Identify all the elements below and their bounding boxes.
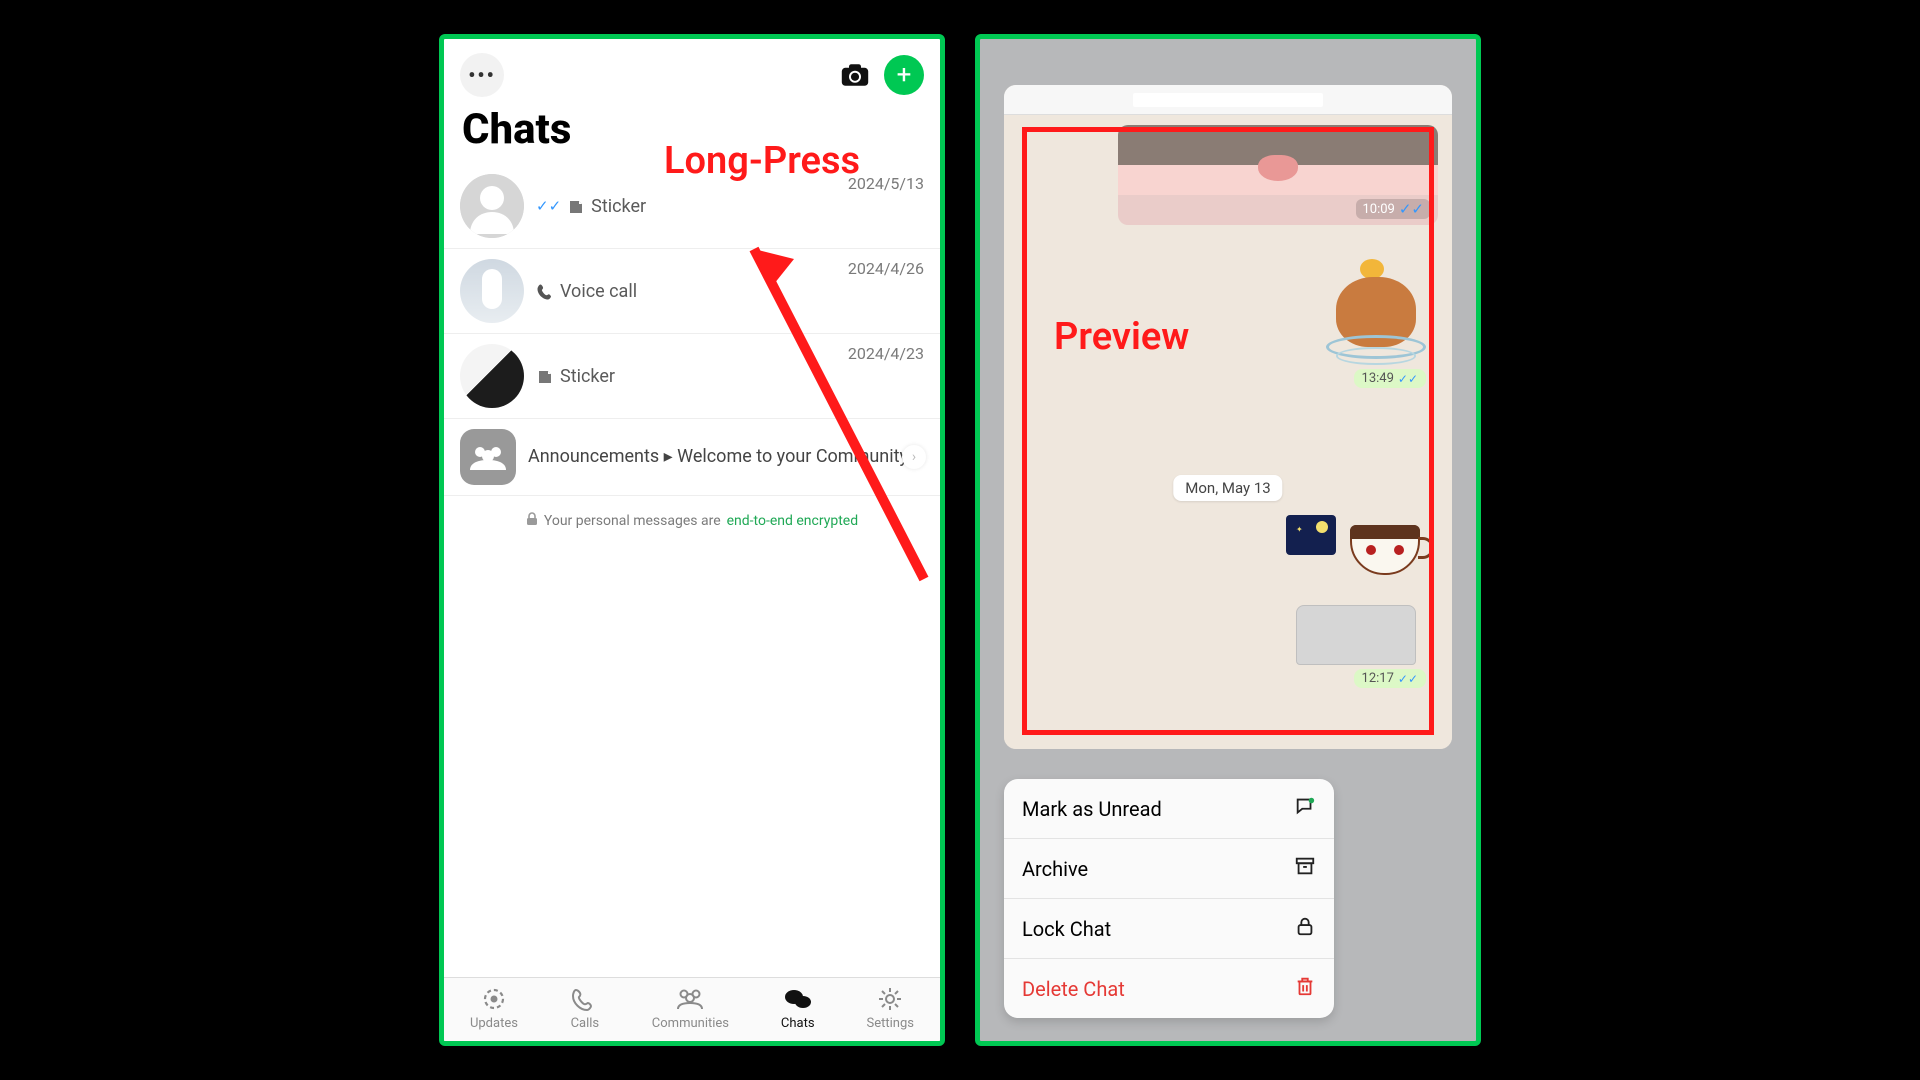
preview-title-placeholder <box>1133 93 1323 107</box>
chat-date: 2024/5/13 <box>848 174 924 193</box>
message-time: 12:17 ✓✓ <box>1354 669 1426 688</box>
sticker-icon <box>567 196 585 217</box>
tab-communities[interactable]: Communities <box>652 986 729 1031</box>
new-chat-button[interactable]: + <box>884 55 924 95</box>
tab-label: Communities <box>652 1016 729 1031</box>
chat-last-msg: Sticker <box>591 196 646 217</box>
chat-summary: Voice call <box>536 281 924 302</box>
menu-archive[interactable]: Archive <box>1004 839 1334 899</box>
community-title: Announcements <box>528 446 659 467</box>
message-sticker[interactable]: 13:49 ✓✓ <box>1326 255 1426 388</box>
tab-label: Updates <box>470 1016 518 1031</box>
read-receipt-icon: ✓✓ <box>1398 372 1418 386</box>
chats-header: ••• + <box>444 39 940 101</box>
chat-last-msg: Sticker <box>560 366 615 387</box>
community-text: Announcements ▸ Welcome to your Communit… <box>528 445 924 469</box>
read-receipt-icon: ✓✓ <box>1398 672 1418 686</box>
chat-unread-icon <box>1294 795 1316 822</box>
tab-bar: Updates Calls Communities Chats Settings <box>444 977 940 1041</box>
menu-label: Mark as Unread <box>1022 797 1162 821</box>
message-time: 13:49 ✓✓ <box>1354 369 1426 388</box>
profile-avatar-icon <box>460 174 524 238</box>
profile-avatar-icon <box>460 259 524 323</box>
menu-lock-chat[interactable]: Lock Chat <box>1004 899 1334 959</box>
message-time: 10:09 ✓✓ <box>1356 199 1430 219</box>
preview-header <box>1004 85 1452 115</box>
menu-mark-unread[interactable]: Mark as Unread <box>1004 779 1334 839</box>
sticker-icon <box>536 366 554 387</box>
phone-icon <box>536 281 554 302</box>
menu-label: Delete Chat <box>1022 977 1125 1001</box>
menu-label: Lock Chat <box>1022 917 1111 941</box>
date-separator: Mon, May 13 <box>1173 475 1282 501</box>
camera-icon[interactable] <box>840 63 870 87</box>
cat-image: 10:09 ✓✓ <box>1118 125 1438 225</box>
chat-row[interactable]: ✓✓ Sticker 2024/5/13 <box>444 164 940 249</box>
header-actions: + <box>840 55 924 95</box>
page-title: Chats <box>444 101 940 164</box>
play-icon: ▸ <box>664 446 678 467</box>
encryption-link[interactable]: end-to-end encrypted <box>727 513 858 529</box>
chat-row[interactable]: Sticker 2024/4/23 <box>444 334 940 419</box>
community-avatar-icon <box>460 429 516 485</box>
lock-icon <box>526 512 538 530</box>
tab-settings[interactable]: Settings <box>867 986 914 1031</box>
chat-date: 2024/4/26 <box>848 259 924 278</box>
coffee-laptop-sticker-icon: ✦ <box>1286 515 1426 665</box>
trash-icon <box>1294 975 1316 1002</box>
chat-row[interactable]: Voice call 2024/4/26 <box>444 249 940 334</box>
tab-label: Calls <box>571 1016 600 1031</box>
tab-calls[interactable]: Calls <box>570 986 600 1031</box>
context-menu: Mark as Unread Archive Lock Chat Delete … <box>1004 779 1334 1018</box>
message-media[interactable]: 10:09 ✓✓ <box>1118 125 1438 225</box>
chats-screen: ••• + Chats ✓✓ Sticker 202 <box>439 34 945 1046</box>
chat-date: 2024/4/23 <box>848 344 924 363</box>
chat-summary: Sticker <box>536 366 924 387</box>
chat-list: ✓✓ Sticker 2024/5/13 Voice call <box>444 164 940 496</box>
read-receipt-icon: ✓✓ <box>1399 200 1424 218</box>
chat-preview[interactable]: 10:09 ✓✓ 13:49 ✓✓ Mon, May 13 <box>1004 85 1452 749</box>
chevron-right-icon[interactable]: › <box>902 445 926 469</box>
community-row[interactable]: Announcements ▸ Welcome to your Communit… <box>444 419 940 496</box>
profile-avatar-icon <box>460 344 524 408</box>
chat-summary: ✓✓ Sticker <box>536 196 924 217</box>
menu-label: Archive <box>1022 857 1088 881</box>
chat-background: 10:09 ✓✓ 13:49 ✓✓ Mon, May 13 <box>1004 115 1452 749</box>
preview-screen: 10:09 ✓✓ 13:49 ✓✓ Mon, May 13 <box>975 34 1481 1046</box>
capybara-sticker-icon <box>1326 255 1426 365</box>
encryption-note: Your personal messages are end-to-end en… <box>444 496 940 546</box>
tab-label: Settings <box>867 1016 914 1031</box>
menu-delete-chat[interactable]: Delete Chat <box>1004 959 1334 1018</box>
message-sticker[interactable]: ✦ 12:17 ✓✓ <box>1286 515 1426 688</box>
more-button[interactable]: ••• <box>460 53 504 97</box>
tab-label: Chats <box>781 1016 815 1031</box>
chat-last-msg: Voice call <box>560 281 637 302</box>
tab-chats[interactable]: Chats <box>781 986 815 1031</box>
encryption-prefix: Your personal messages are <box>544 513 721 529</box>
tab-updates[interactable]: Updates <box>470 986 518 1031</box>
read-receipt-icon: ✓✓ <box>536 197 561 215</box>
lock-icon <box>1294 915 1316 942</box>
community-subtitle: Welcome to your Community! <box>677 446 913 467</box>
archive-icon <box>1294 855 1316 882</box>
